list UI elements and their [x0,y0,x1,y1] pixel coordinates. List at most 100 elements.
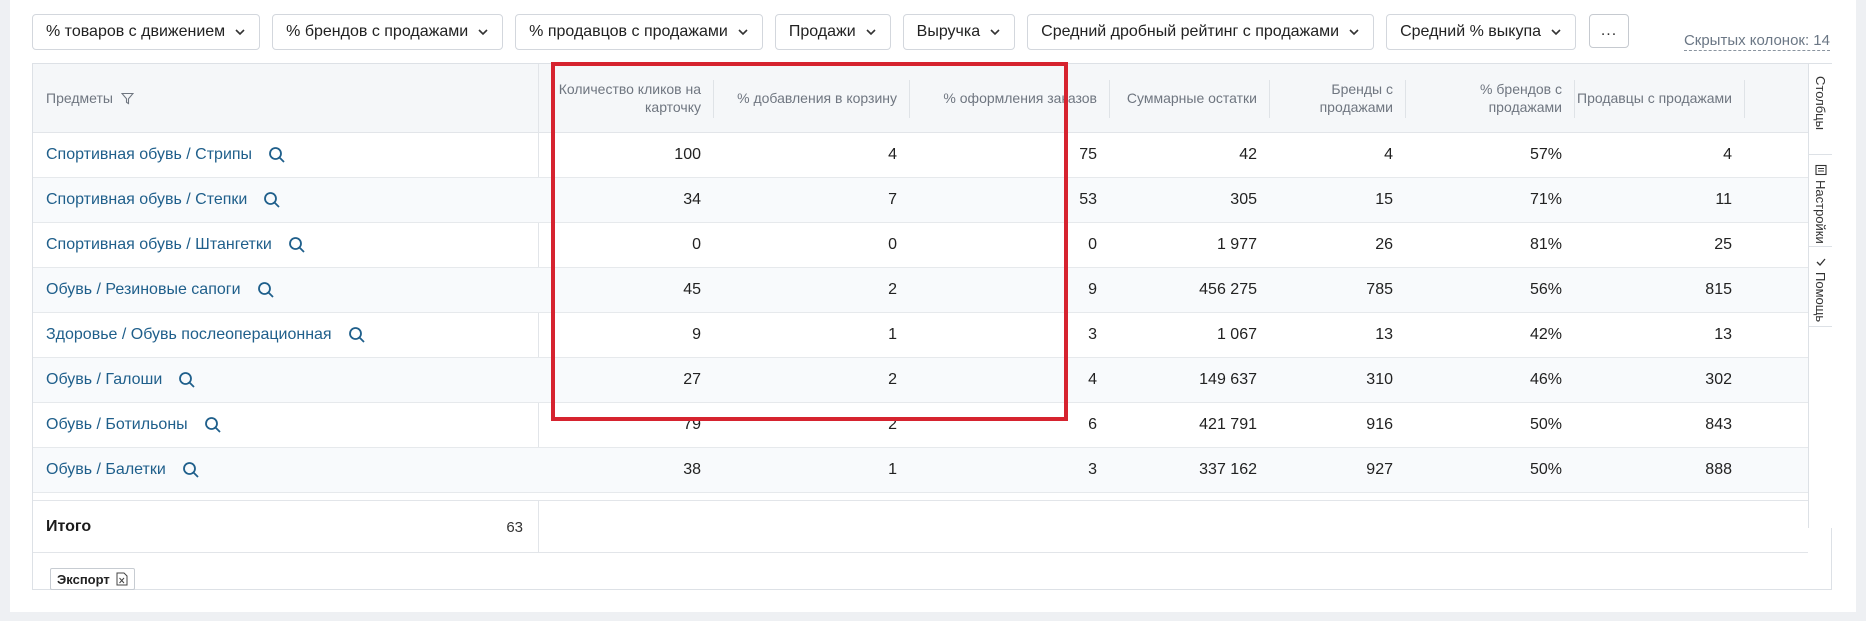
tab-help[interactable]: Помощь [1809,247,1832,327]
cell-orders: 6 [1088,416,1097,433]
filter-chip-label: Средний % выкупа [1400,23,1541,40]
column-header-label: % брендов с продажами [1480,81,1562,115]
column-header-stock[interactable]: Суммарные остатки [1109,64,1269,132]
cell-brands: 785 [1366,281,1393,298]
totals-row: Итого 63 [33,500,1808,553]
column-header-label: % добавления в корзину [737,90,897,106]
cell-brands: 310 [1366,371,1393,388]
search-icon[interactable] [182,461,200,479]
subject-link[interactable]: Обувь / Ботильоны [33,403,538,447]
cell-cart: 7 [888,191,897,208]
cell-brands-pct: 56% [1529,281,1562,298]
column-header-orders[interactable]: % оформления заказов [909,64,1109,132]
cell-brands-pct: 42% [1529,326,1562,343]
search-icon[interactable] [257,281,275,299]
hidden-columns-link[interactable]: Скрытых колонок: 14 [1683,32,1830,51]
subject-link[interactable]: Спортивная обувь / Стрипы [33,133,538,177]
tab-columns-label: Столбцы [1813,76,1828,130]
table-row: Обувь / Резиновые сапоги 45 2 9 456 275 … [33,268,1808,313]
column-header-label: Предметы [46,90,113,106]
cell-brands-pct: 71% [1529,191,1562,208]
subject-link[interactable]: Обувь / Галоши [33,358,538,402]
cell-stock: 42 [1239,146,1257,163]
filter-chip-brands-with-sales[interactable]: % брендов с продажами [272,14,504,50]
filter-icon[interactable] [120,92,134,105]
column-header-label: % оформления заказов [943,90,1097,106]
filter-chip-revenue[interactable]: Выручка [902,14,1016,50]
column-header-cart[interactable]: % добавления в корзину [713,64,909,132]
cell-stock: 1 977 [1216,236,1257,253]
cell-stock: 337 162 [1199,461,1257,478]
search-icon[interactable] [288,236,306,254]
subject-label: Спортивная обувь / Степки [46,191,248,208]
filter-chip-sales[interactable]: Продажи [774,14,891,50]
cell-stock: 305 [1230,191,1257,208]
filter-chip-label: Продажи [788,23,856,40]
column-divider [538,501,539,553]
filter-chip-avg-buyout[interactable]: Средний % выкупа [1386,14,1576,50]
filter-chip-avg-rating[interactable]: Средний дробный рейтинг с продажами [1027,14,1375,50]
filter-chip-label: % товаров с движением [46,23,226,40]
subject-link[interactable]: Обувь / Балетки [33,448,538,492]
cell-clicks: 79 [683,416,701,433]
column-header-clicks[interactable]: Количество кликов на карточку [538,64,713,132]
column-header-label: Количество кликов на карточку [558,81,701,115]
filter-chip-goods-with-movement[interactable]: % товаров с движением [32,14,261,50]
cell-clicks: 0 [692,236,701,253]
cell-stock: 1 067 [1216,326,1257,343]
column-header-brands-pct[interactable]: % брендов с продажами [1405,64,1574,132]
cell-brands: 4 [1384,146,1393,163]
cell-orders: 0 [1088,236,1097,253]
subject-link[interactable]: Спортивная обувь / Степки [33,178,538,222]
cell-orders: 53 [1079,191,1097,208]
column-header-subject[interactable]: Предметы [33,64,538,132]
filter-chip-sellers-with-sales[interactable]: % продавцов с продажами [515,14,763,50]
cell-sellers: 4 [1723,146,1732,163]
subject-label: Обувь / Ботильоны [46,416,188,433]
export-button[interactable]: Экспорт [50,568,135,590]
cell-orders: 75 [1079,146,1097,163]
cell-cart: 4 [888,146,897,163]
check-icon [1816,258,1825,267]
subject-link[interactable]: Спортивная обувь / Штангетки [33,223,538,267]
data-table: Предметы Количество кликов на карточку %… [32,63,1832,590]
tab-settings[interactable]: Настройки [1809,155,1832,247]
subject-link[interactable]: Здоровье / Обувь послеоперационная [33,313,538,357]
excel-file-icon [116,572,128,586]
subject-label: Спортивная обувь / Штангетки [46,236,272,253]
search-icon[interactable] [204,416,222,434]
search-icon[interactable] [263,191,281,209]
tab-settings-label: Настройки [1813,179,1828,244]
cell-brands-pct: 46% [1529,371,1562,388]
search-icon[interactable] [348,326,366,344]
cell-clicks: 100 [674,146,701,163]
subject-label: Обувь / Балетки [46,461,166,478]
column-divider[interactable] [1744,80,1745,118]
cell-brands-pct: 50% [1529,461,1562,478]
cell-cart: 0 [888,236,897,253]
side-panel-tabs: Столбцы Настройки Помощь [1808,64,1832,528]
cell-brands: 13 [1375,326,1393,343]
cell-cart: 2 [888,416,897,433]
filter-chip-label: Выручка [916,23,981,40]
cell-cart: 1 [888,326,897,343]
cell-sellers: 13 [1714,326,1732,343]
chevron-down-icon [866,29,876,36]
column-header-label: Продавцы с продажами [1577,90,1732,106]
tab-help-label: Помощь [1813,272,1828,323]
export-label: Экспорт [57,571,110,587]
tab-columns[interactable]: Столбцы [1809,72,1832,155]
cell-sellers: 11 [1715,191,1732,208]
search-icon[interactable] [268,146,286,164]
column-header-brands[interactable]: Бренды с продажами [1269,64,1405,132]
cell-brands-pct: 57% [1529,146,1562,163]
column-header-sellers[interactable]: Продавцы с продажами [1574,64,1744,132]
search-icon[interactable] [178,371,196,389]
more-filters-button[interactable]: ... [1589,14,1629,48]
column-header-label: Суммарные остатки [1126,90,1257,106]
cell-sellers: 302 [1705,371,1732,388]
table-row: Спортивная обувь / Степки 34 7 53 305 15… [33,178,1808,223]
subject-link[interactable]: Обувь / Резиновые сапоги [33,268,538,312]
cell-sellers: 843 [1705,416,1732,433]
cell-clicks: 45 [683,281,701,298]
